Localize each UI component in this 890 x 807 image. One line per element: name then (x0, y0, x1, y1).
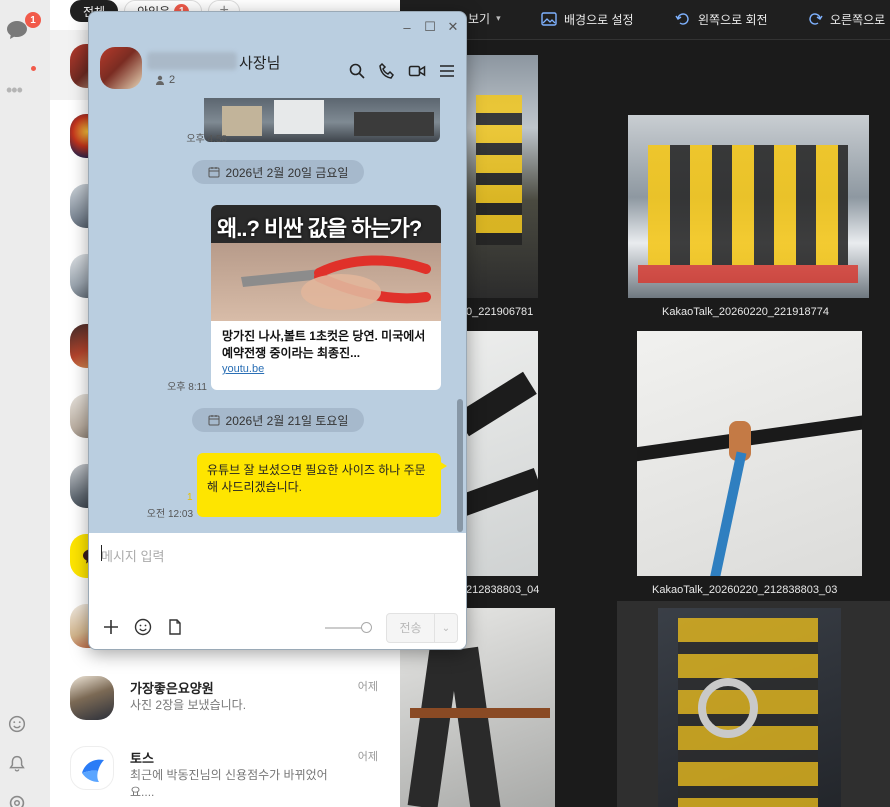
chat-preview: 최근에 박동진님의 신용점수가 바뀌었어요.... (130, 768, 328, 799)
set-background-label: 배경으로 설정 (564, 12, 634, 27)
photo-caption: 212838803_04 (466, 584, 540, 596)
font-size-slider-knob[interactable] (361, 622, 372, 633)
chat-avatar (70, 746, 114, 790)
video-call-icon[interactable] (408, 62, 426, 80)
my-message-bubble[interactable]: 유튜브 잘 보셨으면 필요한 사이즈 하나 주문해 사드리겠습니다. (197, 453, 447, 517)
link-thumbnail: 왜..? 비싼 값을 하는가? (211, 205, 441, 321)
maximize-icon[interactable]: ☐ (421, 18, 439, 36)
link-thumbnail-text: 왜..? 비싼 값을 하는가? (217, 216, 422, 241)
send-button[interactable]: 전송 ⌄ (386, 613, 458, 643)
photo-caption: 0_221906781 (466, 306, 534, 318)
message-time: 오후 8:11 (167, 382, 207, 393)
notification-dot (31, 66, 36, 71)
rotate-right-icon (809, 13, 823, 25)
chat-window: – ☐ ✕ 사장님 2 오후 4:58 2026년 2월 20일 금요일 왜..… (88, 11, 467, 650)
photo-thumbnail[interactable] (658, 608, 841, 807)
bell-icon[interactable] (6, 753, 28, 775)
search-icon[interactable] (348, 62, 366, 80)
plus-icon[interactable] (101, 617, 121, 637)
scrollbar-thumb[interactable] (457, 399, 463, 532)
calendar-icon (208, 167, 220, 178)
close-icon[interactable]: ✕ (444, 18, 462, 36)
photo-caption: KakaoTalk_20260220_212838803_03 (652, 584, 838, 596)
redacted-name (147, 52, 237, 70)
set-background-button[interactable]: 배경으로 설정 (540, 10, 634, 28)
left-rail: 1 ••• (0, 0, 50, 807)
chevron-down-icon: ▾ (496, 13, 501, 23)
link-preview-card[interactable]: 왜..? 비싼 값을 하는가? 망가진 나사,볼트 1초컷은 당연. 미국에서 … (211, 205, 441, 390)
chat-name: 가장좋은요양원 (130, 681, 214, 696)
rotate-left-icon (675, 13, 689, 25)
chat-time: 어제 (357, 681, 378, 693)
list-item[interactable]: 가장좋은요양원 사진 2장을 보냈습니다. 어제 (50, 664, 400, 736)
chat-room-title: 사장님 (239, 55, 281, 72)
chat-room-avatar[interactable] (100, 47, 142, 89)
phone-icon[interactable] (378, 62, 396, 80)
chat-avatar (70, 676, 114, 720)
date-divider: 2026년 2월 21일 토요일 (192, 408, 364, 432)
message-time: 오후 4:58 (186, 134, 227, 145)
font-size-slider-track[interactable] (325, 627, 365, 629)
settings-icon[interactable] (6, 792, 28, 807)
minimize-icon[interactable]: – (398, 18, 416, 36)
emoticon-icon[interactable] (133, 617, 153, 637)
photo-message[interactable] (204, 98, 440, 142)
message-time: 오전 12:03 (146, 509, 193, 520)
my-message-text: 유튜브 잘 보셨으면 필요한 사이즈 하나 주문해 사드리겠습니다. (207, 463, 426, 494)
list-item[interactable]: 토스 최근에 박동진님의 신용점수가 바뀌었어요.... 어제 (50, 734, 400, 806)
chat-unread-badge: 1 (25, 12, 41, 28)
chat-name: 토스 (130, 751, 154, 766)
member-count[interactable]: 2 (155, 74, 175, 86)
send-button-label: 전송 (387, 614, 435, 642)
emoji-icon[interactable] (6, 713, 28, 735)
file-icon[interactable] (165, 617, 185, 637)
rotate-left-label: 왼쪽으로 회전 (698, 12, 768, 27)
more-icon[interactable]: ••• (6, 80, 23, 101)
chat-time: 어제 (357, 751, 378, 763)
viewer-toolbar: 보기 ▾ 배경으로 설정 왼쪽으로 회전 오른쪽으로 (400, 0, 890, 40)
photo-thumbnail[interactable] (637, 331, 862, 576)
unread-count: 1 (187, 492, 193, 503)
date-divider: 2026년 2월 20일 금요일 (192, 160, 364, 184)
pliers-icon (241, 255, 431, 310)
chat-preview: 사진 2장을 보냈습니다. (130, 698, 247, 712)
view-menu-button[interactable]: 보기 ▾ (468, 10, 501, 27)
message-composer: 메시지 입력 전송 ⌄ (89, 533, 466, 649)
rotate-left-button[interactable]: 왼쪽으로 회전 (674, 10, 768, 28)
photo-thumbnail[interactable] (466, 331, 538, 576)
rotate-right-button[interactable]: 오른쪽으로 (806, 10, 885, 28)
chevron-down-icon[interactable]: ⌄ (435, 623, 457, 634)
toss-logo-icon (82, 759, 104, 782)
photo-caption: KakaoTalk_20260220_221918774 (662, 306, 829, 318)
rotate-right-label: 오른쪽으로 (830, 12, 886, 27)
view-menu-label: 보기 (468, 12, 491, 26)
image-icon (541, 12, 557, 26)
link-domain[interactable]: youtu.be (222, 363, 264, 375)
link-title: 망가진 나사,볼트 1초컷은 당연. 미국에서 예약전쟁 중이라는 최종진... (222, 329, 426, 360)
calendar-icon (208, 415, 220, 426)
photo-thumbnail[interactable] (628, 115, 869, 298)
person-icon (156, 75, 164, 85)
message-input[interactable]: 메시지 입력 (101, 546, 164, 565)
member-count-value: 2 (169, 74, 176, 86)
menu-icon[interactable] (438, 62, 456, 80)
photo-thumbnail[interactable] (466, 55, 538, 298)
date-divider-label: 2026년 2월 20일 금요일 (225, 165, 349, 180)
date-divider-label: 2026년 2월 21일 토요일 (225, 413, 349, 428)
